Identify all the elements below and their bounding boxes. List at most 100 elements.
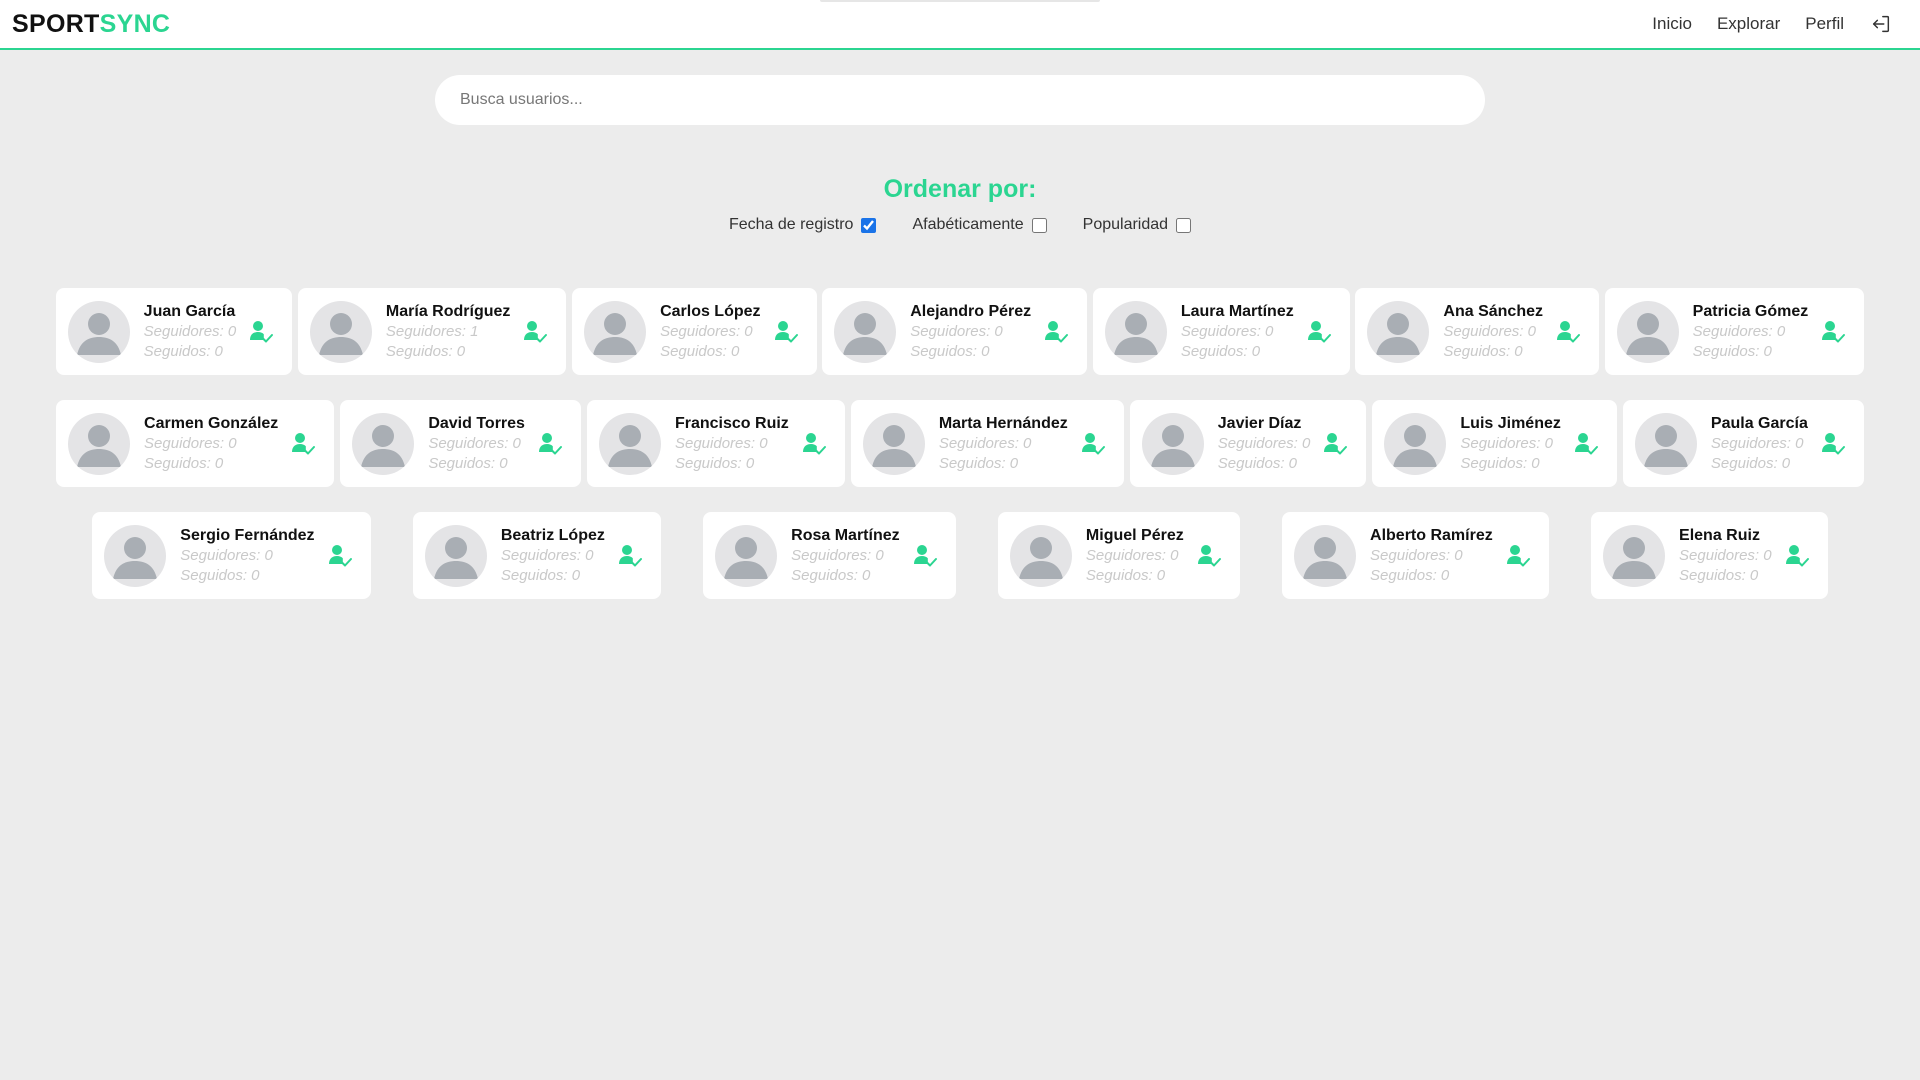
user-following-count: Seguidos: 0 [791,567,871,584]
user-following-count: Seguidos: 0 [385,343,466,360]
user-name[interactable]: Ana Sánchez [1443,301,1543,322]
nav-explorar[interactable]: Explorar [1717,14,1780,34]
nav-inicio[interactable]: Inicio [1652,14,1692,34]
user-card[interactable]: Ana Sánchez Seguidores: 0 Seguidos: 0 [1355,288,1599,375]
user-name[interactable]: Carmen González [144,413,278,434]
user-card[interactable]: Francisco Ruiz Seguidores: 0 Seguidos: 0 [586,400,845,487]
user-info: Sergio Fernández Seguidores: 0 Seguidos:… [180,525,314,586]
user-name[interactable]: María Rodríguez [386,301,510,322]
user-following-count: Seguidos: 0 [1460,455,1540,472]
user-name[interactable]: Paula García [1711,413,1808,434]
user-info: Miguel Pérez Seguidores: 0 Seguidos: 0 [1086,525,1184,586]
user-avatar-icon [1384,412,1447,475]
user-card[interactable]: Juan García Seguidores: 0 Seguidos: 0 [55,288,293,375]
user-check-icon[interactable] [1196,543,1222,569]
user-check-icon[interactable] [248,319,274,345]
user-name[interactable]: Alejandro Pérez [910,301,1031,322]
user-check-icon[interactable] [522,319,548,345]
user-card[interactable]: Alejandro Pérez Seguidores: 0 Seguidos: … [822,288,1088,375]
user-name[interactable]: Juan García [144,301,237,322]
user-check-icon[interactable] [1820,319,1846,345]
user-check-icon[interactable] [801,431,827,457]
user-card[interactable]: Beatriz López Seguidores: 0 Seguidos: 0 [412,512,661,599]
user-card[interactable]: Javier Díaz Seguidores: 0 Seguidos: 0 [1129,400,1367,487]
sort-checkbox-fecha[interactable] [861,217,877,233]
user-name[interactable]: Patricia Gómez [1693,301,1809,322]
user-name[interactable]: Luis Jiménez [1460,413,1560,434]
sort-checkbox-alfabetico[interactable] [1031,217,1047,233]
user-check-icon[interactable] [327,543,353,569]
sort-label-fecha: Fecha de registro [728,216,854,233]
user-check-icon[interactable] [1306,319,1332,345]
user-name[interactable]: Laura Martínez [1181,301,1294,322]
user-card[interactable]: Paula García Seguidores: 0 Seguidos: 0 [1622,400,1864,487]
user-name[interactable]: Javier Díaz [1218,413,1311,434]
user-check-icon[interactable] [1505,543,1531,569]
user-following-count: Seguidos: 0 [1679,567,1759,584]
user-card[interactable]: Rosa Martínez Seguidores: 0 Seguidos: 0 [703,512,956,599]
user-name[interactable]: Sergio Fernández [180,525,314,546]
user-card[interactable]: Elena Ruiz Seguidores: 0 Seguidos: 0 [1591,512,1828,599]
user-avatar-icon [424,524,487,587]
user-info: Francisco Ruiz Seguidores: 0 Seguidos: 0 [675,413,789,474]
user-name[interactable]: Elena Ruiz [1679,525,1772,546]
user-followers-count: Seguidores: 0 [1370,547,1463,564]
search-users-input[interactable] [435,75,1485,125]
user-avatar-icon [598,412,661,475]
user-avatar-icon [1634,412,1697,475]
user-card[interactable]: David Torres Seguidores: 0 Seguidos: 0 [340,400,581,487]
user-info: Carlos López Seguidores: 0 Seguidos: 0 [660,301,760,362]
user-check-icon[interactable] [537,431,563,457]
nav-perfil[interactable]: Perfil [1805,14,1844,34]
user-check-icon[interactable] [1820,431,1846,457]
user-check-icon[interactable] [912,543,938,569]
user-check-icon[interactable] [290,431,316,457]
user-name[interactable]: Miguel Pérez [1086,525,1184,546]
user-followers-count: Seguidores: 0 [1217,435,1311,452]
user-avatar-icon [715,524,778,587]
user-card[interactable]: Patricia Gómez Seguidores: 0 Seguidos: 0 [1604,288,1865,375]
user-following-count: Seguidos: 0 [1443,343,1523,360]
user-name[interactable]: Rosa Martínez [791,525,899,546]
logout-icon[interactable] [1870,13,1892,35]
user-check-icon[interactable] [1322,431,1348,457]
user-avatar-icon [1603,524,1666,587]
sort-option-popularidad[interactable]: Popularidad [1083,216,1192,234]
top-navbar: SPORTSYNC Inicio Explorar Perfil [0,0,1920,50]
user-card[interactable]: Miguel Pérez Seguidores: 0 Seguidos: 0 [997,512,1240,599]
user-card[interactable]: Luis Jiménez Seguidores: 0 Seguidos: 0 [1372,400,1617,487]
user-avatar-icon [1104,300,1167,363]
app-logo[interactable]: SPORTSYNC [12,10,170,39]
user-card[interactable]: Carlos López Seguidores: 0 Seguidos: 0 [572,288,817,375]
user-following-count: Seguidos: 0 [1370,567,1450,584]
user-info: Juan García Seguidores: 0 Seguidos: 0 [144,301,237,362]
user-check-icon[interactable] [1784,543,1810,569]
user-card[interactable]: Alberto Ramírez Seguidores: 0 Seguidos: … [1282,512,1549,599]
user-check-icon[interactable] [773,319,799,345]
user-card[interactable]: María Rodríguez Seguidores: 1 Seguidos: … [297,288,567,375]
sort-checkbox-popularidad[interactable] [1176,217,1192,233]
user-followers-count: Seguidores: 0 [674,435,768,452]
user-name[interactable]: Beatriz López [501,525,605,546]
user-check-icon[interactable] [1080,431,1106,457]
user-name[interactable]: Francisco Ruiz [675,413,789,434]
user-check-icon[interactable] [1555,319,1581,345]
user-avatar-icon [352,412,415,475]
user-info: Patricia Gómez Seguidores: 0 Seguidos: 0 [1693,301,1809,362]
user-followers-count: Seguidores: 0 [1180,323,1274,340]
user-check-icon[interactable] [617,543,643,569]
user-name[interactable]: David Torres [428,413,525,434]
user-card[interactable]: Sergio Fernández Seguidores: 0 Seguidos:… [92,512,371,599]
user-info: Alberto Ramírez Seguidores: 0 Seguidos: … [1370,525,1493,586]
sort-option-alfabetico[interactable]: Afabéticamente [912,216,1047,234]
user-card[interactable]: Laura Martínez Seguidores: 0 Seguidos: 0 [1092,288,1350,375]
user-name[interactable]: Alberto Ramírez [1370,525,1493,546]
user-name[interactable]: Carlos López [660,301,760,322]
user-name[interactable]: Marta Hernández [939,413,1068,434]
user-followers-count: Seguidores: 0 [143,323,237,340]
user-card[interactable]: Carmen González Seguidores: 0 Seguidos: … [56,400,335,487]
sort-option-fecha[interactable]: Fecha de registro [729,216,877,234]
user-card[interactable]: Marta Hernández Seguidores: 0 Seguidos: … [850,400,1124,487]
user-check-icon[interactable] [1573,431,1599,457]
user-check-icon[interactable] [1043,319,1069,345]
